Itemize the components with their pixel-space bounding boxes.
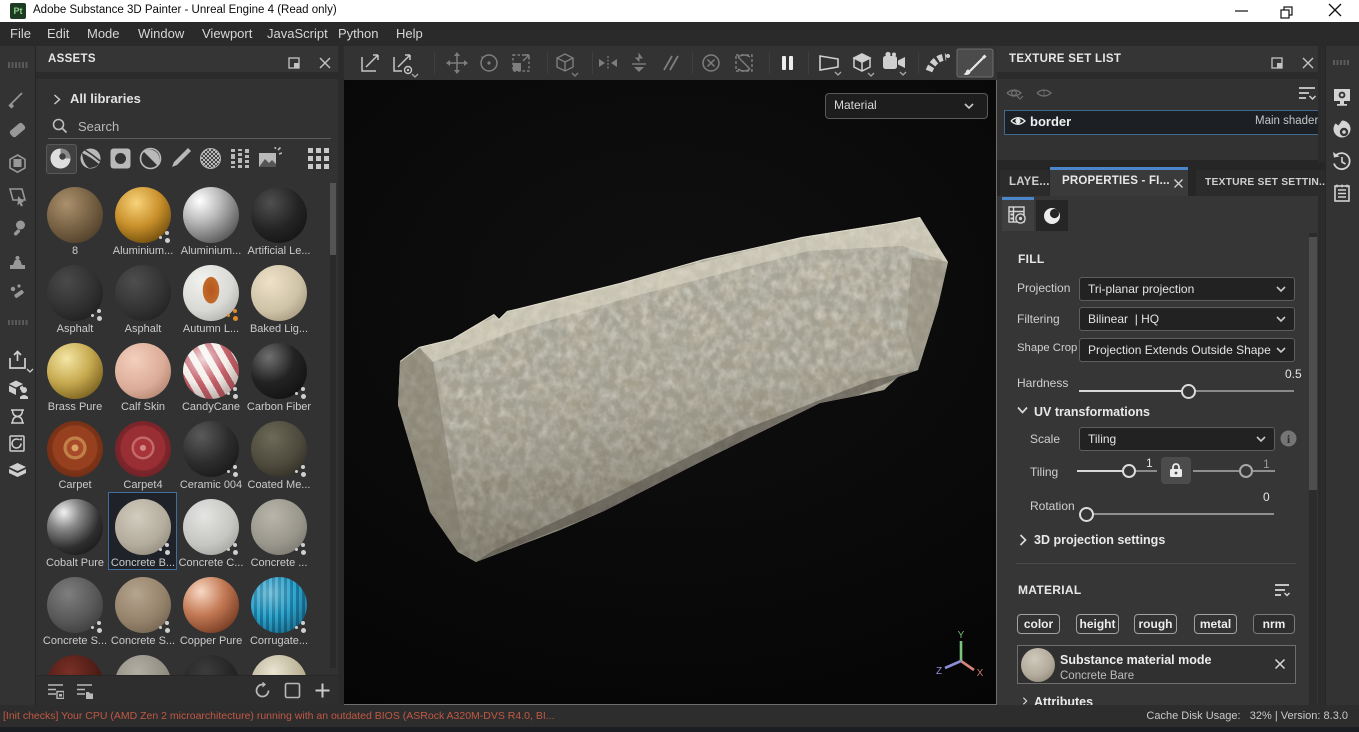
svg-text:Y: Y (958, 630, 965, 641)
svg-text:X: X (977, 668, 984, 679)
svg-text:Z: Z (936, 666, 942, 677)
svg-text:1: 1 (1042, 89, 1047, 98)
